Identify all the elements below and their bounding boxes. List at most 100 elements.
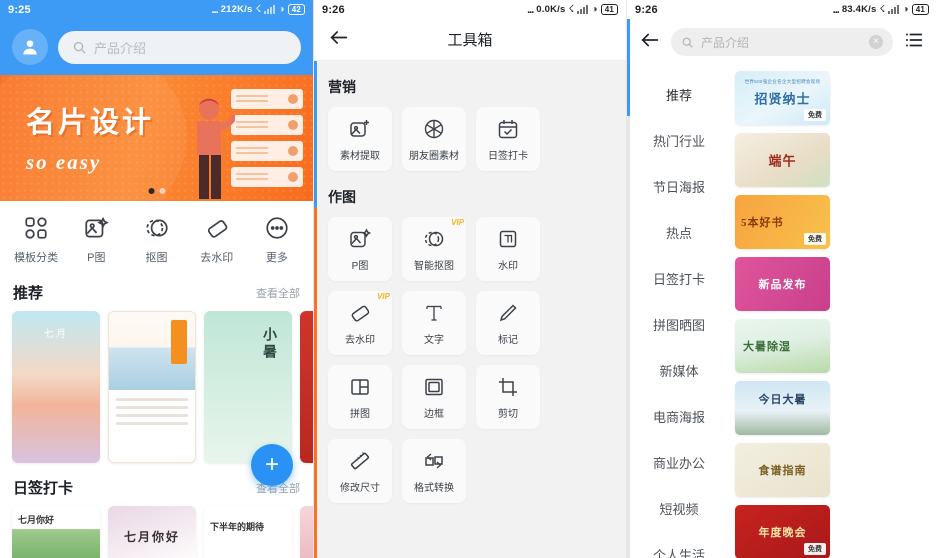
tile-label: 去水印 (345, 334, 375, 346)
toolbox-body: 营销 素材提取 朋友圈素材 日签打卡 作图 P图 VIP 智能抠图 水印 VIP… (314, 61, 626, 558)
home-header: 产品介绍 (0, 19, 313, 75)
tool-tile-smart-cutout[interactable]: VIP 智能抠图 (402, 217, 466, 281)
section-header-recommend: 推荐 查看全部 (0, 277, 313, 311)
template-grid: 世界500强企业名企大型招聘会现场 招贤纳士 免费 端午 5本好书 免费 新品发… (731, 65, 937, 558)
template-card[interactable]: 七月 (12, 311, 100, 463)
tile-label: 格式转换 (414, 482, 454, 494)
tool-tile-crop[interactable]: 剪切 (476, 365, 540, 429)
tool-tile-resize[interactable]: 修改尺寸 (328, 439, 392, 503)
battery-icon: 41 (911, 4, 929, 15)
menu-button[interactable] (903, 29, 925, 56)
template-thumb[interactable]: 食谱指南 (735, 443, 830, 497)
sidebar-item-hotspot[interactable]: 热点 (627, 209, 731, 255)
screen-home: 9:25 ... 212K/s ☇ ◑ 42 产品介绍 名片设计 so easy… (0, 0, 313, 558)
plus-icon: + (264, 451, 279, 478)
template-thumb[interactable]: 端午 (735, 133, 830, 187)
quicknav-item-ptu[interactable]: P图 (66, 215, 126, 265)
quicknav-item-cutout[interactable]: 抠图 (126, 215, 186, 265)
template-card-caption: 下半年的期待 (210, 522, 265, 532)
status-netspeed: 212K/s (220, 4, 253, 15)
tile-label: 拼图 (350, 408, 370, 420)
aperture-icon (424, 119, 444, 138)
category-sidebar[interactable]: 推荐 热门行业 节日海报 热点 日签打卡 拼图晒图 新媒体 电商海报 商业办公 … (627, 65, 731, 558)
template-card[interactable] (300, 506, 313, 558)
tile-group-makeimage: P图 VIP 智能抠图 水印 VIP 去水印 文字 标记 拼图 边框 剪切 修改… (328, 217, 612, 503)
template-thumb[interactable]: 今日大暑 (735, 381, 830, 435)
status-indicators: ... 0.0K/s ☇ ◑ 41 (527, 4, 618, 16)
quicknav-item-templates[interactable]: 模板分类 (6, 215, 66, 265)
status-indicators: ... 212K/s ☇ ◑ 42 (211, 4, 305, 16)
tool-tile-material-extract[interactable]: 素材提取 (328, 107, 392, 171)
cutout-icon (424, 231, 444, 246)
search-input[interactable]: 产品介绍 × (671, 28, 893, 56)
sidebar-item-short-video[interactable]: 短视频 (627, 485, 731, 531)
card-body (109, 390, 195, 438)
template-thumb[interactable]: 5本好书 免费 (735, 195, 830, 249)
tool-tile-ptu[interactable]: P图 (328, 217, 392, 281)
back-button[interactable] (639, 29, 661, 56)
tool-tile-watermark[interactable]: 水印 (476, 217, 540, 281)
back-button[interactable] (328, 26, 350, 53)
card-tag (171, 320, 187, 364)
avatar[interactable] (12, 29, 48, 65)
template-card[interactable]: 下半年的期待 (204, 506, 292, 558)
tool-tile-collage[interactable]: 拼图 (328, 365, 392, 429)
sidebar-item-festival-poster[interactable]: 节日海报 (627, 163, 731, 209)
view-all-link[interactable]: 查看全部 (256, 285, 300, 301)
tool-tile-frame[interactable]: 边框 (402, 365, 466, 429)
quicknav-label: 抠图 (145, 252, 168, 264)
status-time: 9:26 (635, 3, 658, 16)
template-thumb[interactable]: 大暑除湿 (735, 319, 830, 373)
status-netspeed: 0.0K/s (536, 4, 566, 15)
quicknav-item-watermark[interactable]: 去水印 (187, 215, 247, 265)
banner-card-stack (231, 89, 303, 193)
toolbox-nav-bar: 工具箱 (314, 19, 626, 61)
status-bar: 9:26 ... 83.4K/s ☇ ◑ 41 (627, 0, 937, 19)
tile-label: P图 (351, 260, 369, 272)
recommend-card-row[interactable]: 七月 小暑 满 (0, 311, 313, 463)
template-card[interactable] (108, 311, 196, 463)
quicknav-item-more[interactable]: 更多 (247, 215, 307, 265)
search-placeholder: 产品介绍 (701, 35, 750, 50)
tile-label: 水印 (498, 260, 518, 272)
banner-dot[interactable] (159, 188, 165, 194)
status-dots: ... (211, 3, 218, 16)
sidebar-item-new-media[interactable]: 新媒体 (627, 347, 731, 393)
daily-card-row[interactable]: 七月你好 七月你好 下半年的期待 (0, 506, 313, 558)
search-input[interactable]: 产品介绍 (58, 30, 301, 64)
template-thumb[interactable]: 世界500强企业名企大型招聘会现场 招贤纳士 免费 (735, 71, 830, 125)
frame-icon (425, 378, 443, 395)
tool-tile-text[interactable]: 文字 (402, 291, 466, 355)
template-card[interactable]: 七月你好 (108, 506, 196, 558)
clear-circle-icon[interactable]: × (869, 35, 883, 49)
template-title: 端午 (768, 153, 797, 169)
template-thumb[interactable]: 新品发布 (735, 257, 830, 311)
template-card-caption: 七月 (44, 329, 68, 340)
tool-tile-daily-checkin[interactable]: 日签打卡 (476, 107, 540, 171)
banner-dot-active[interactable] (148, 188, 154, 194)
sidebar-item-ecommerce-poster[interactable]: 电商海报 (627, 393, 731, 439)
sidebar-item-hot-industry[interactable]: 热门行业 (627, 117, 731, 163)
sidebar-item-daily-checkin[interactable]: 日签打卡 (627, 255, 731, 301)
tool-tile-format-convert[interactable]: 格式转换 (402, 439, 466, 503)
tool-tile-moments-material[interactable]: 朋友圈素材 (402, 107, 466, 171)
template-card[interactable]: 小暑 (204, 311, 292, 463)
promo-banner[interactable]: 名片设计 so easy (0, 75, 313, 201)
banner-pagination[interactable] (148, 188, 165, 194)
template-thumb[interactable]: 年度晚会 免费 (735, 505, 830, 558)
tile-label: 智能抠图 (414, 260, 454, 272)
bluetooth-icon: ☇ (255, 4, 262, 15)
sidebar-item-collage[interactable]: 拼图晒图 (627, 301, 731, 347)
tool-tile-remove-watermark[interactable]: VIP 去水印 (328, 291, 392, 355)
template-card[interactable]: 七月你好 (12, 506, 100, 558)
sidebar-item-recommend[interactable]: 推荐 (627, 71, 731, 117)
status-dots: ... (527, 3, 534, 16)
search-icon (682, 37, 693, 48)
template-card[interactable]: 满 (300, 311, 313, 463)
sidebar-item-business-office[interactable]: 商业办公 (627, 439, 731, 485)
bluetooth-icon: ☇ (568, 4, 575, 15)
add-button[interactable]: + (251, 444, 293, 486)
tool-tile-mark[interactable]: 标记 (476, 291, 540, 355)
image-extract-icon (350, 119, 369, 137)
sidebar-item-personal-life[interactable]: 个人生活 (627, 531, 731, 558)
